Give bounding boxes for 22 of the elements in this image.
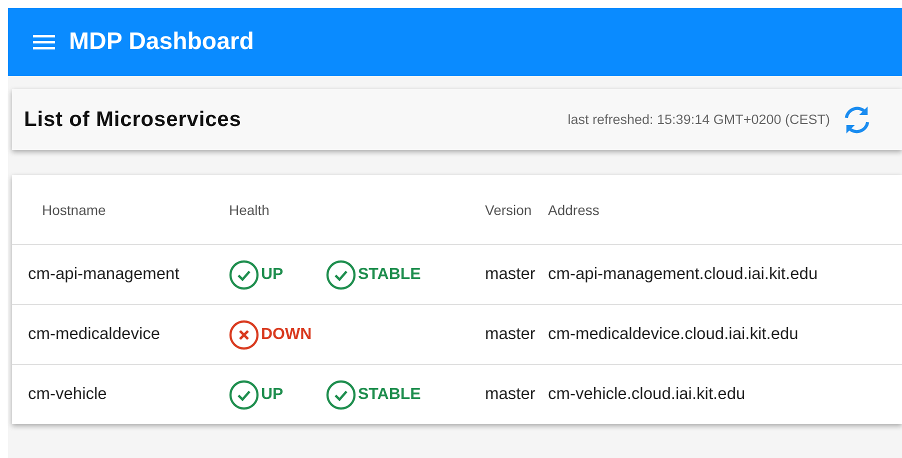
version-cell-text: master bbox=[485, 265, 536, 284]
last-refreshed-text: last refreshed: 15:39:14 GMT+0200 (CEST) bbox=[568, 112, 830, 127]
health-status: UP bbox=[261, 386, 284, 404]
menu-icon[interactable] bbox=[33, 34, 55, 50]
health-status: UP bbox=[261, 266, 284, 284]
address-cell-text: cm-api-management.cloud.iai.kit.edu bbox=[548, 265, 819, 284]
hostname-cell-text: cm-vehicle bbox=[28, 385, 108, 404]
address-cell-text: cm-vehicle.cloud.iai.kit.edu bbox=[548, 385, 746, 404]
panel-title: List of Microservices bbox=[24, 108, 242, 132]
column-header: Version bbox=[485, 202, 533, 218]
health-status: STABLE bbox=[358, 266, 421, 284]
column-header: Health bbox=[229, 202, 270, 218]
column-header: Address bbox=[548, 202, 600, 218]
health-status: STABLE bbox=[358, 386, 421, 404]
health-status: DOWN bbox=[261, 326, 312, 344]
version-cell-text: master bbox=[485, 385, 536, 404]
app-title: MDP Dashboard bbox=[69, 28, 254, 56]
hostname-cell-text: cm-medicaldevice bbox=[28, 325, 162, 344]
address-cell-text: cm-medicaldevice.cloud.iai.kit.edu bbox=[548, 325, 800, 344]
hostname-cell-text: cm-api-management bbox=[28, 265, 180, 284]
version-cell-text: master bbox=[485, 325, 536, 344]
column-header: Hostname bbox=[42, 202, 107, 218]
